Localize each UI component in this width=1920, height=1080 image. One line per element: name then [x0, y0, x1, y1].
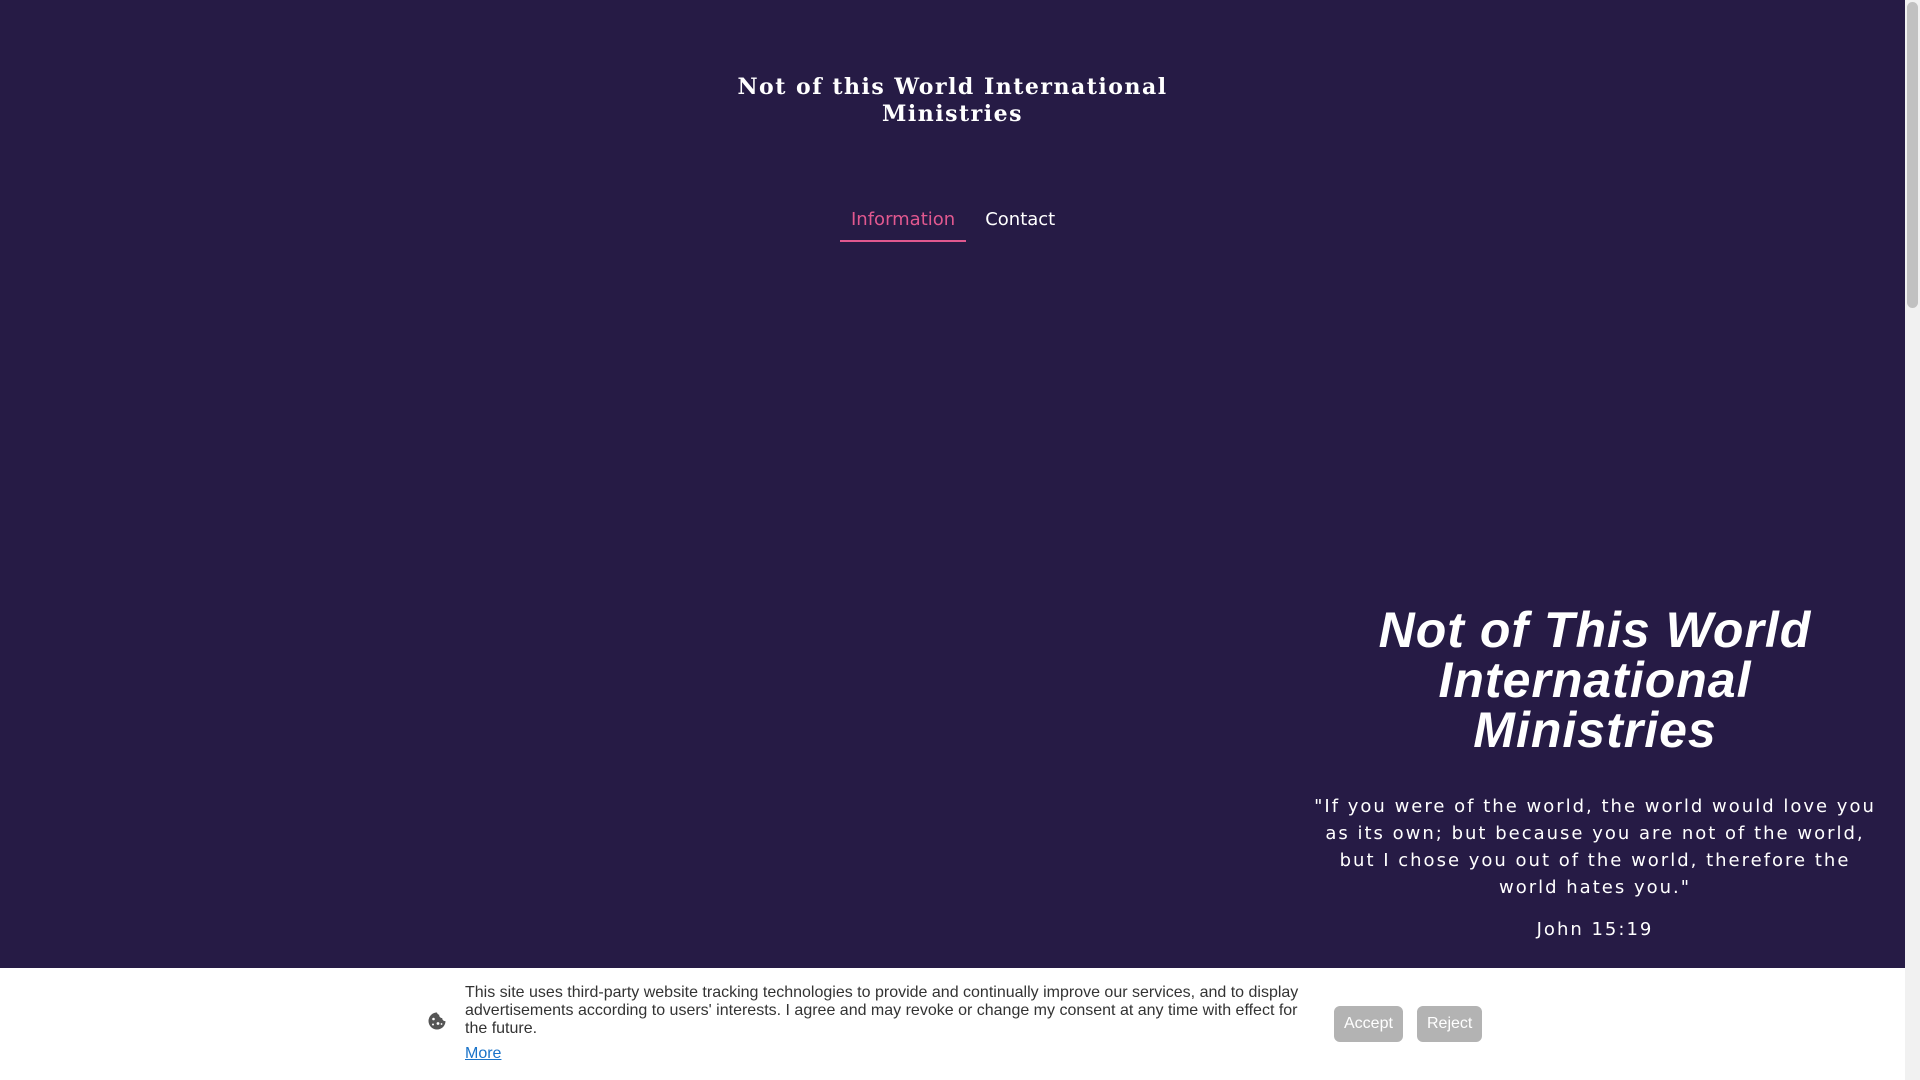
reject-button[interactable]: Reject	[1417, 1006, 1483, 1042]
hero-quote: "If you were of the world, the world wou…	[1314, 796, 1876, 898]
main-nav: Information Contact	[840, 200, 1066, 242]
page: Not of this World International Ministri…	[0, 0, 1905, 1080]
scrollbar[interactable]	[1905, 0, 1920, 1080]
cookie-icon	[427, 1011, 447, 1031]
cookie-text: This site uses third-party website track…	[465, 984, 1299, 1037]
nav-item-information[interactable]: Information	[840, 200, 967, 242]
hero-section: Not of This World International Ministri…	[1310, 605, 1880, 940]
hero-title: Not of This World International Ministri…	[1378, 602, 1812, 758]
nav-item-contact[interactable]: Contact	[974, 200, 1066, 242]
accept-button[interactable]: Accept	[1334, 1006, 1403, 1042]
site-title[interactable]: Not of this World International Ministri…	[700, 74, 1205, 128]
hero-reference: John 15:19	[1536, 919, 1654, 940]
cookie-banner: This site uses third-party website track…	[0, 968, 1905, 1080]
scrollbar-thumb[interactable]	[1907, 2, 1918, 308]
cookie-more-link[interactable]: More	[465, 1045, 501, 1063]
